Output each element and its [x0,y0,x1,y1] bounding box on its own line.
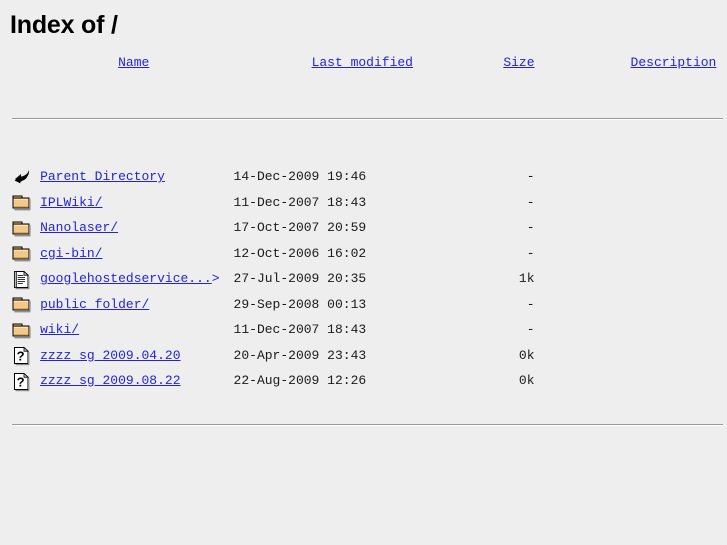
folder-icon [12,191,32,213]
row-size: - [526,296,535,312]
directory-listing-table: Name Last modified Size Description Pare… [12,40,723,456]
table-row: ? zzzz sg 2009.08.22 22-Aug-2009 12:26 0k [12,368,723,394]
sort-by-description-link[interactable]: Description [631,55,717,70]
row-size: - [526,220,535,236]
row-last-modified: 11-Dec-2007 18:43 [233,194,367,210]
header-divider [12,118,723,120]
row-name-cell: IPLWiki/ [40,190,233,216]
row-icon-cell: ? [12,343,40,369]
table-header-row: Name Last modified Size Description [12,40,723,88]
sort-by-size-link[interactable]: Size [503,55,534,70]
footer-rule-row [12,394,723,456]
row-name-cell: zzzz sg 2009.08.22 [40,368,233,394]
table-row: Nanolaser/17-Oct-2007 20:59 - [12,215,723,241]
row-name-cell: zzzz sg 2009.04.20 [40,343,233,369]
header-rule-cell [12,88,723,150]
table-row: wiki/11-Dec-2007 18:43 - [12,317,723,343]
row-last-modified: 27-Jul-2009 20:35 [233,271,367,287]
row-icon-cell [12,190,40,216]
row-name-cell: wiki/ [40,317,233,343]
header-rule-row [12,88,723,150]
header-spacer-row [12,150,723,164]
header-last-modified-cell: Last modified [234,40,421,88]
entry-link[interactable]: zzzz sg 2009.08.22 [40,373,180,388]
row-last-modified: 14-Dec-2009 19:46 [233,169,367,185]
footer-rule-cell [12,394,723,456]
table-row: Parent Directory 14-Dec-2009 19:46 - [12,164,723,190]
row-icon-cell [12,241,40,267]
entry-link[interactable]: wiki/ [40,322,79,337]
header-description-cell: Description [553,40,723,88]
row-description [553,190,723,216]
sort-by-name-link[interactable]: Name [118,55,149,70]
entry-link[interactable]: public folder/ [40,297,149,312]
row-last-modified: 29-Sep-2008 00:13 [233,296,367,312]
header-name-cell: Name [40,40,233,88]
row-last-modified: 20-Apr-2009 23:43 [233,347,367,363]
entry-link[interactable]: IPLWiki/ [40,195,102,210]
row-description [553,215,723,241]
table-row: ? zzzz sg 2009.04.20 20-Apr-2009 23:43 0k [12,343,723,369]
table-row: IPLWiki/11-Dec-2007 18:43 - [12,190,723,216]
row-icon-cell [12,317,40,343]
row-description [553,164,723,190]
row-size: - [526,322,535,338]
row-description [553,292,723,318]
svg-text:?: ? [17,349,25,364]
row-last-modified: 11-Dec-2007 18:43 [233,322,367,338]
row-description [553,317,723,343]
row-name-cell: Parent Directory [40,164,233,190]
entry-link[interactable]: zzzz sg 2009.04.20 [40,348,180,363]
back-arrow-icon [12,166,32,188]
directory-rows: Parent Directory 14-Dec-2009 19:46- IPLWik… [12,164,723,394]
svg-text:?: ? [17,374,25,389]
page-title: Index of / [10,11,118,39]
folder-icon [12,217,32,239]
table-row: public folder/29-Sep-2008 00:13 - [12,292,723,318]
row-name-cell: googlehostedservice...> [40,266,233,292]
footer-divider [12,423,723,426]
table-row: cgi-bin/12-Oct-2006 16:02 - [12,241,723,267]
header-icon-cell [12,40,40,88]
row-size: - [526,194,535,210]
row-name-cell: cgi-bin/ [40,241,233,267]
row-icon-cell [12,266,40,292]
entry-truncation-marker: > [211,271,220,287]
entry-link[interactable]: cgi-bin/ [40,246,102,261]
unknown-file-icon: ? [12,344,32,366]
row-last-modified: 22-Aug-2009 12:26 [233,373,367,389]
table-row: googlehostedservice...> 27-Jul-2009 20:35… [12,266,723,292]
row-description [553,343,723,369]
sort-by-last-modified-link[interactable]: Last modified [312,55,413,70]
row-name-cell: Nanolaser/ [40,215,233,241]
entry-link[interactable]: googlehostedservice... [40,271,212,286]
row-size: - [526,245,535,261]
row-icon-cell: ? [12,368,40,394]
row-description [553,266,723,292]
folder-icon [12,293,32,315]
row-size: 0k [518,373,535,389]
row-last-modified: 12-Oct-2006 16:02 [233,245,367,261]
unknown-file-icon: ? [12,370,32,392]
row-icon-cell [12,292,40,318]
row-last-modified: 17-Oct-2007 20:59 [233,220,367,236]
row-description [553,241,723,267]
folder-icon [12,242,32,264]
header-size-cell: Size [420,40,552,88]
folder-icon [12,319,32,341]
row-name-cell: public folder/ [40,292,233,318]
row-size: 1k [518,271,535,287]
text-document-icon [12,268,32,290]
entry-link[interactable]: Nanolaser/ [40,220,118,235]
row-icon-cell [12,164,40,190]
row-icon-cell [12,215,40,241]
row-size: 0k [518,347,535,363]
row-size: - [526,169,535,185]
row-description [553,368,723,394]
directory-index-page: Index of / Name Last modified Size Descr… [0,0,727,545]
entry-link[interactable]: Parent Directory [40,169,165,184]
